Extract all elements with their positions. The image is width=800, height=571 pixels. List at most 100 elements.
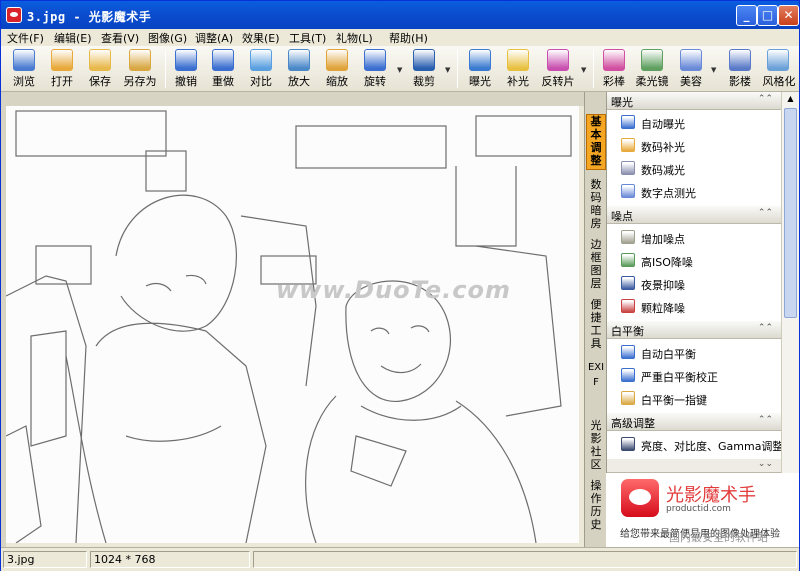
redo-icon bbox=[212, 49, 234, 71]
menu-help[interactable]: 帮助(H) bbox=[389, 30, 428, 46]
fill-light-button[interactable]: 补光 bbox=[501, 48, 535, 90]
auto-exposure-icon bbox=[621, 115, 635, 129]
section-exposure-header[interactable]: 曝光 ⌃⌃ bbox=[607, 92, 782, 110]
resize-button[interactable]: 缩放 bbox=[320, 48, 354, 90]
beauty-button[interactable]: 美容 bbox=[674, 48, 708, 90]
menu-image[interactable]: 图像(G) bbox=[148, 30, 187, 46]
maximize-button[interactable]: □ bbox=[757, 5, 778, 26]
save-as-button[interactable]: 另存为 bbox=[119, 48, 161, 90]
tab-community[interactable]: 光影社区 bbox=[586, 419, 606, 475]
menu-file[interactable]: 文件(F) bbox=[7, 30, 44, 46]
browse-button[interactable]: 浏览 bbox=[7, 48, 41, 90]
tab-history[interactable]: 操作历史 bbox=[586, 479, 606, 535]
compare-icon bbox=[250, 49, 272, 71]
status-dimensions: 1024 * 768 bbox=[90, 551, 250, 568]
tab-quick-tools[interactable]: 便捷工具 bbox=[586, 298, 606, 354]
add-noise-icon bbox=[621, 230, 635, 244]
studio-button[interactable]: 影楼 bbox=[723, 48, 757, 90]
undo-button[interactable]: 撤销 bbox=[169, 48, 203, 90]
severe-wb-icon bbox=[621, 368, 635, 382]
rotate-button[interactable]: 旋转 bbox=[358, 48, 392, 90]
section-advanced-header[interactable]: 高级调整 ⌃⌃ bbox=[607, 413, 782, 431]
beauty-dropdown-icon[interactable]: ▼ bbox=[711, 66, 716, 74]
sketch-photo bbox=[6, 110, 572, 543]
app-logo-icon bbox=[6, 7, 22, 23]
stylize-button[interactable]: 风格化 bbox=[759, 48, 799, 90]
window-title: 3.jpg - 光影魔术手 bbox=[27, 10, 152, 24]
beauty-icon bbox=[680, 49, 702, 71]
title-bar[interactable]: 3.jpg - 光影魔术手 _ □ ✕ bbox=[1, 1, 799, 29]
main-toolbar: 浏览 打开 保存 另存为 撤销 重做 对比 放大 缩放 旋转 ▼ 裁剪 ▼ 曝光… bbox=[1, 46, 799, 92]
expand-icon[interactable]: ⌄⌄ bbox=[758, 459, 773, 469]
night-denoise-icon bbox=[621, 276, 635, 290]
rotate-dropdown-icon[interactable]: ▼ bbox=[397, 66, 402, 74]
status-bar: 3.jpg 1024 * 768 bbox=[1, 547, 799, 571]
studio-icon bbox=[729, 49, 751, 71]
wb-picker-icon bbox=[621, 391, 635, 405]
toolbar-separator bbox=[457, 50, 458, 88]
menu-effects[interactable]: 效果(E) bbox=[242, 30, 280, 46]
resize-icon bbox=[326, 49, 348, 71]
canvas-frame-top bbox=[1, 92, 584, 106]
collapse-icon[interactable]: ⌃⌃ bbox=[758, 94, 773, 104]
app-logo-icon bbox=[621, 479, 659, 517]
expand-more-bar[interactable]: ⌄⌄ bbox=[607, 459, 782, 473]
compare-button[interactable]: 对比 bbox=[244, 48, 278, 90]
exposure-button[interactable]: 曝光 bbox=[463, 48, 497, 90]
fill-light-icon bbox=[507, 49, 529, 71]
save-button[interactable]: 保存 bbox=[83, 48, 117, 90]
status-filename: 3.jpg bbox=[3, 551, 87, 568]
rotate-icon bbox=[364, 49, 386, 71]
brightness-icon bbox=[621, 437, 635, 451]
exposure-icon bbox=[469, 49, 491, 71]
menu-gifts[interactable]: 礼物(L) bbox=[336, 30, 373, 46]
menu-tools[interactable]: 工具(T) bbox=[289, 30, 326, 46]
promo-subtitle: productid.com bbox=[666, 504, 731, 514]
iso-denoise-icon bbox=[621, 253, 635, 267]
section-white-balance-header[interactable]: 白平衡 ⌃⌃ bbox=[607, 321, 782, 339]
undo-icon bbox=[175, 49, 197, 71]
reversal-film-icon bbox=[547, 49, 569, 71]
menu-view[interactable]: 查看(V) bbox=[101, 30, 139, 46]
toolbar-separator bbox=[593, 50, 594, 88]
image-canvas[interactable]: www.DuoTe.com bbox=[6, 106, 579, 543]
minimize-button[interactable]: _ bbox=[736, 5, 757, 26]
open-folder-icon bbox=[51, 49, 73, 71]
scroll-up-icon[interactable]: ▲ bbox=[784, 94, 797, 108]
zoom-in-icon bbox=[288, 49, 310, 71]
zoom-in-button[interactable]: 放大 bbox=[282, 48, 316, 90]
crop-button[interactable]: 裁剪 bbox=[407, 48, 441, 90]
reversal-film-button[interactable]: 反转片 bbox=[537, 48, 579, 90]
tab-basic-adjust[interactable]: 基本调整 bbox=[586, 114, 606, 170]
reversal-dropdown-icon[interactable]: ▼ bbox=[581, 66, 586, 74]
tab-exif[interactable]: EXIF bbox=[586, 360, 606, 420]
menu-edit[interactable]: 编辑(E) bbox=[54, 30, 92, 46]
spot-meter-icon bbox=[621, 184, 635, 198]
redo-button[interactable]: 重做 bbox=[206, 48, 240, 90]
menu-bar: 文件(F) 编辑(E) 查看(V) 图像(G) 调整(A) 效果(E) 工具(T… bbox=[1, 29, 799, 46]
close-button[interactable]: ✕ bbox=[778, 5, 799, 26]
menu-adjust[interactable]: 调整(A) bbox=[195, 30, 233, 46]
corner-watermark: 国内最安全的软件站 bbox=[669, 531, 768, 544]
toolbar-separator bbox=[165, 50, 166, 88]
tab-digital-darkroom[interactable]: 数码暗房 bbox=[586, 178, 606, 234]
app-window: 3.jpg - 光影魔术手 _ □ ✕ 文件(F) 编辑(E) 查看(V) 图像… bbox=[0, 0, 800, 571]
crop-dropdown-icon[interactable]: ▼ bbox=[445, 66, 450, 74]
collapse-icon[interactable]: ⌃⌃ bbox=[758, 415, 773, 425]
status-empty bbox=[253, 551, 797, 568]
section-noise-header[interactable]: 噪点 ⌃⌃ bbox=[607, 206, 782, 224]
collapse-icon[interactable]: ⌃⌃ bbox=[758, 323, 773, 333]
tab-frame-layers[interactable]: 边框图层 bbox=[586, 238, 606, 294]
grain-denoise-icon bbox=[621, 299, 635, 313]
open-button[interactable]: 打开 bbox=[45, 48, 79, 90]
collapse-icon[interactable]: ⌃⌃ bbox=[758, 208, 773, 218]
color-wand-button[interactable]: 彩棒 bbox=[597, 48, 631, 90]
soft-focus-button[interactable]: 柔光镜 bbox=[631, 48, 673, 90]
scroll-thumb[interactable] bbox=[784, 108, 797, 318]
digital-dim-icon bbox=[621, 161, 635, 175]
browse-icon bbox=[13, 49, 35, 71]
stylize-icon bbox=[767, 49, 789, 71]
auto-wb-icon bbox=[621, 345, 635, 359]
watermark-text: www.DuoTe.com bbox=[276, 276, 511, 304]
digital-fill-icon bbox=[621, 138, 635, 152]
